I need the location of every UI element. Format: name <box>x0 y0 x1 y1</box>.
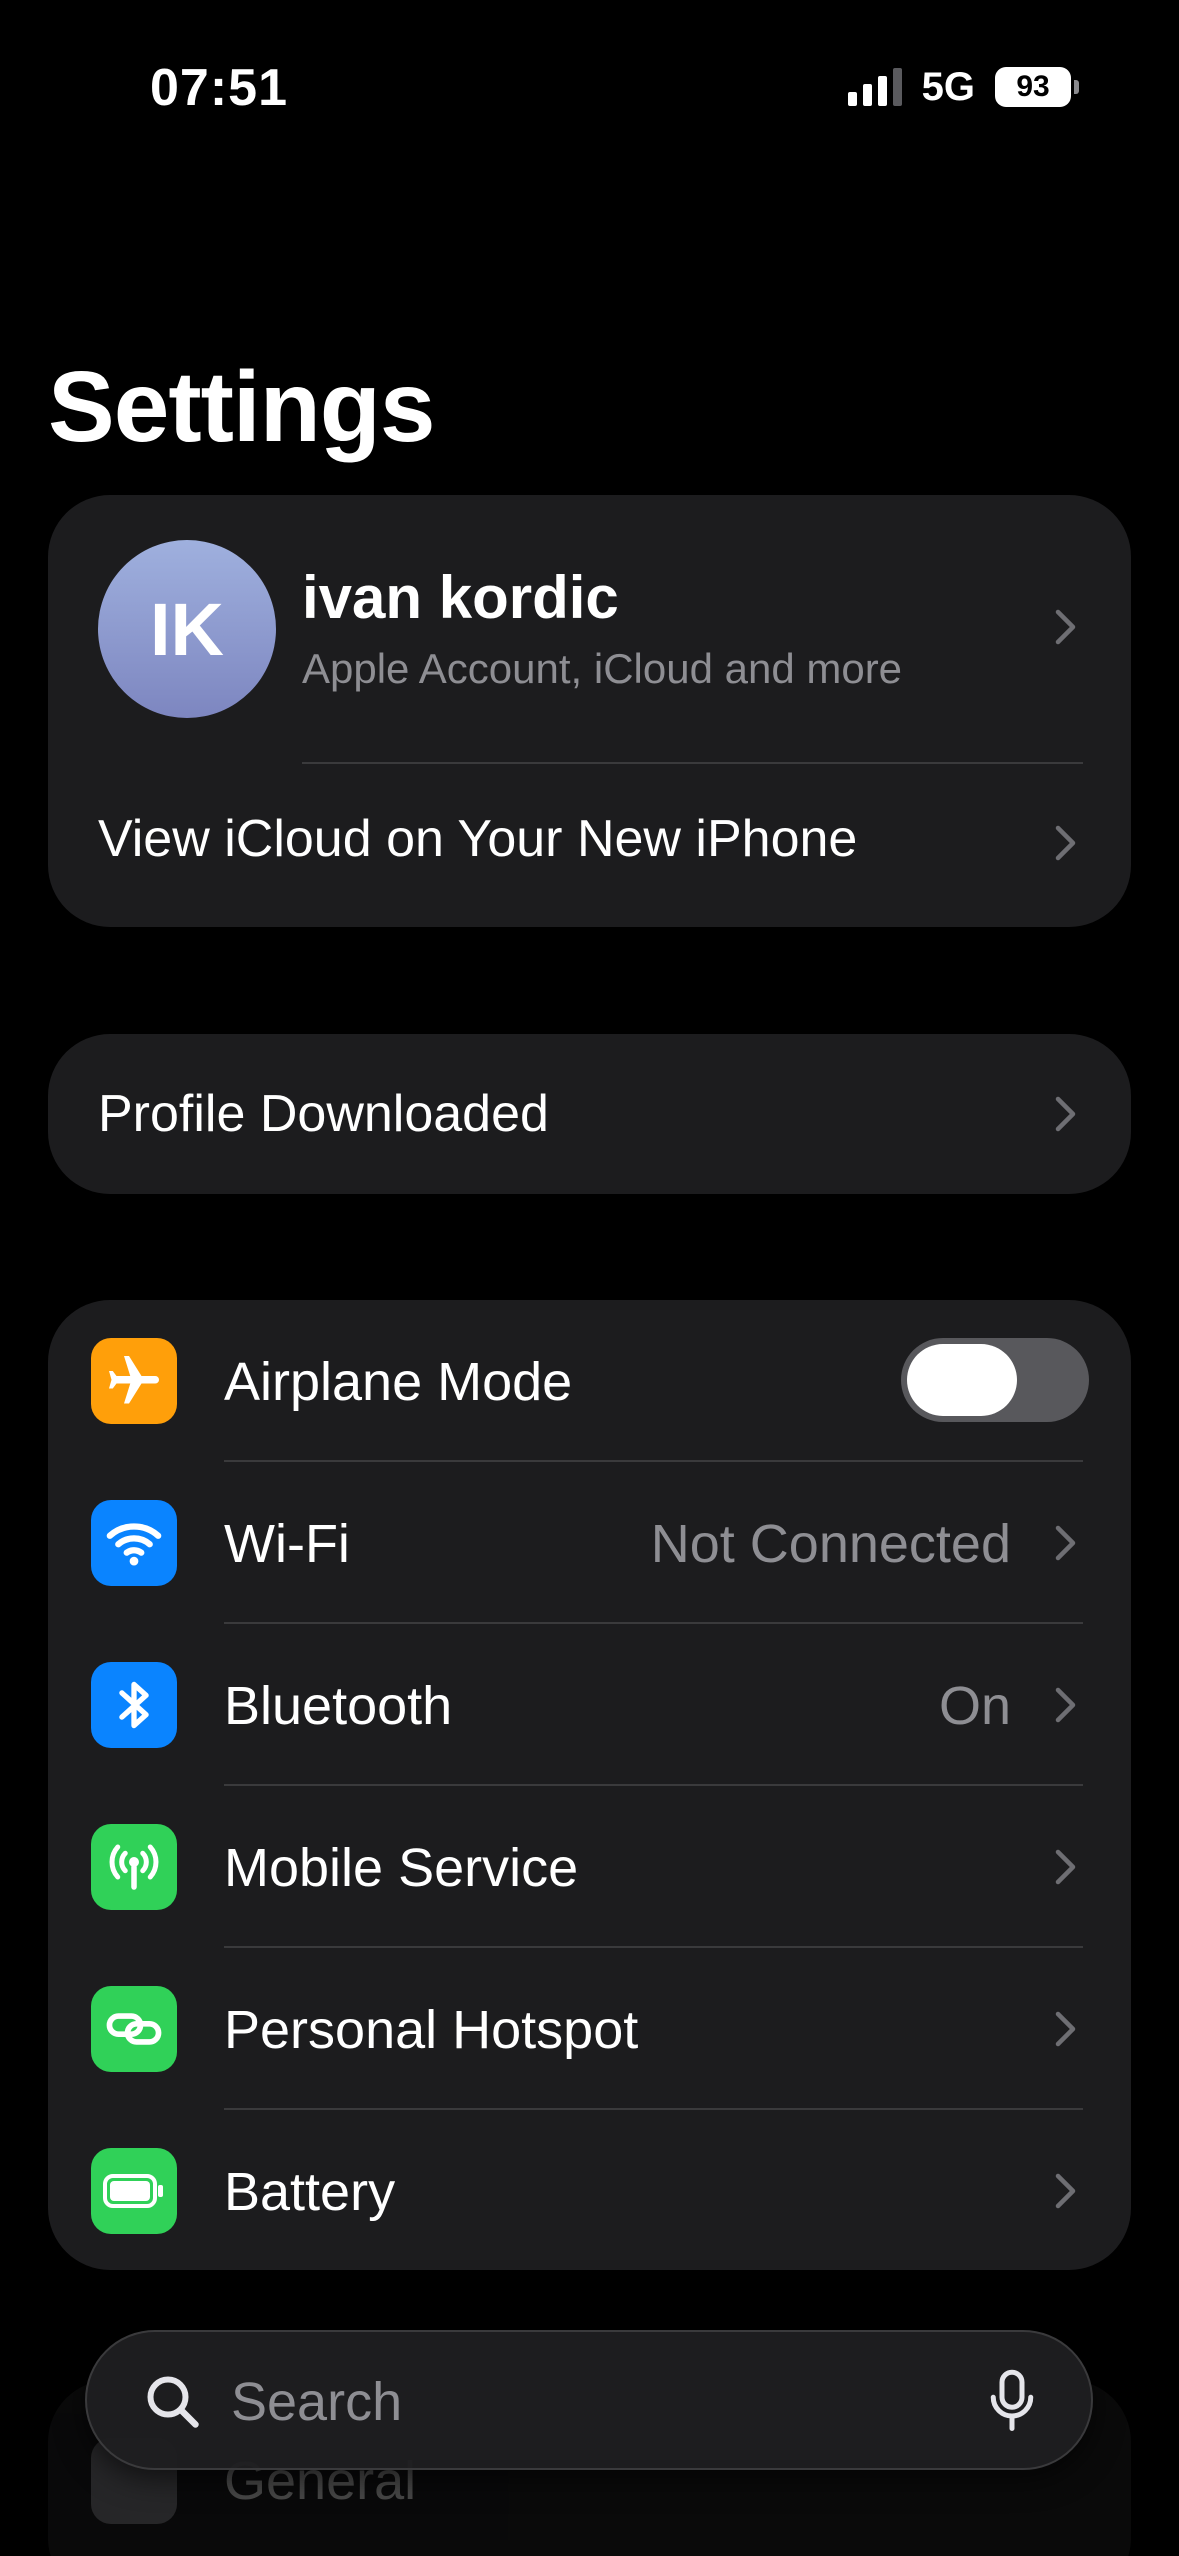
chevron-right-icon <box>1055 609 1077 645</box>
mobile-service-label: Mobile Service <box>224 1838 579 1898</box>
bluetooth-label: Bluetooth <box>224 1676 453 1736</box>
battery-cap <box>1074 80 1079 94</box>
status-indicators: 5G 93 <box>847 64 1079 110</box>
battery-level: 93 <box>995 67 1071 107</box>
search-icon <box>143 2372 203 2432</box>
wifi-row[interactable]: Wi-Fi Not Connected <box>48 1462 1131 1624</box>
chevron-right-icon <box>1055 2173 1077 2209</box>
mobile-service-row[interactable]: Mobile Service <box>48 1786 1131 1948</box>
account-subtitle[interactable]: Apple Account, iCloud and more <box>302 645 902 693</box>
airplane-icon <box>91 1338 177 1424</box>
account-name[interactable]: ivan kordic <box>302 563 619 632</box>
settings-screen: 07:51 5G 93 Settings IK ivan kordic Appl… <box>0 0 1179 2556</box>
wifi-label: Wi-Fi <box>224 1514 350 1574</box>
page-title: Settings <box>48 351 435 463</box>
wifi-icon <box>91 1500 177 1586</box>
chevron-right-icon <box>1055 825 1077 861</box>
airplane-mode-row: Airplane Mode <box>48 1300 1131 1462</box>
view-icloud-link[interactable]: View iCloud on Your New iPhone <box>98 809 857 869</box>
search-bar[interactable] <box>85 2330 1093 2470</box>
account-card: IK ivan kordic Apple Account, iCloud and… <box>48 495 1131 927</box>
divider <box>302 762 1083 764</box>
search-input[interactable] <box>231 2362 991 2442</box>
chevron-right-icon <box>1055 1096 1077 1132</box>
status-bar: 07:51 5G 93 <box>0 0 1179 170</box>
airplane-mode-toggle[interactable] <box>901 1338 1089 1422</box>
wifi-status: Not Connected <box>650 1514 1011 1574</box>
personal-hotspot-label: Personal Hotspot <box>224 2000 639 2060</box>
profile-downloaded-row[interactable]: Profile Downloaded <box>48 1034 1131 1194</box>
toggle-knob <box>907 1344 1017 1416</box>
chevron-right-icon <box>1055 1687 1077 1723</box>
status-time: 07:51 <box>150 59 288 117</box>
battery-label: Battery <box>224 2162 396 2222</box>
battery-icon <box>91 2148 177 2234</box>
bluetooth-icon <box>91 1662 177 1748</box>
hotspot-link-icon <box>91 1986 177 2072</box>
connectivity-settings-group: Airplane Mode Wi-Fi Not Connected Blueto… <box>48 1300 1131 2270</box>
microphone-icon[interactable] <box>987 2368 1037 2434</box>
cellular-signal-icon <box>847 68 902 106</box>
personal-hotspot-row[interactable]: Personal Hotspot <box>48 1948 1131 2110</box>
avatar[interactable]: IK <box>98 540 276 718</box>
profile-downloaded-label: Profile Downloaded <box>98 1085 549 1143</box>
airplane-mode-label: Airplane Mode <box>224 1352 573 1412</box>
bluetooth-row[interactable]: Bluetooth On <box>48 1624 1131 1786</box>
antenna-icon <box>91 1824 177 1910</box>
network-type: 5G <box>921 64 975 109</box>
chevron-right-icon <box>1055 1525 1077 1561</box>
battery-indicator: 93 <box>995 67 1079 107</box>
bluetooth-status: On <box>938 1676 1011 1736</box>
chevron-right-icon <box>1055 2011 1077 2047</box>
chevron-right-icon <box>1055 1849 1077 1885</box>
battery-row[interactable]: Battery <box>48 2110 1131 2270</box>
